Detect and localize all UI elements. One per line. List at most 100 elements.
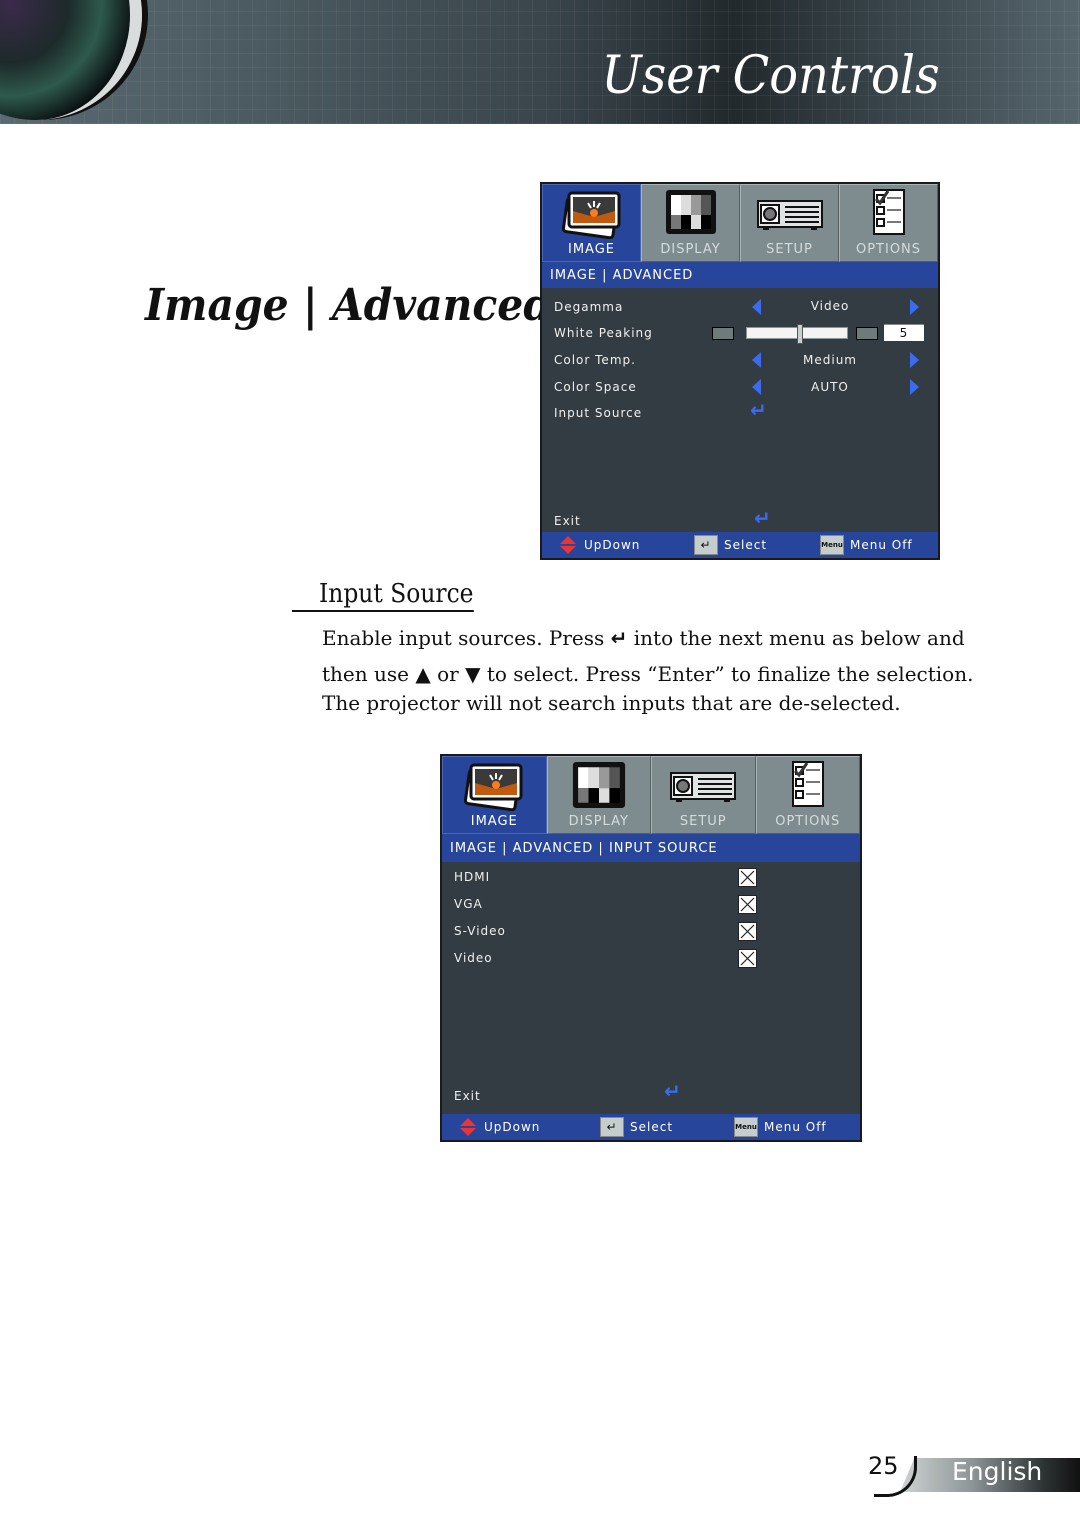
osd-footer: UpDown ↵ Select Menu Menu Off — [442, 1114, 860, 1140]
page-header-title: User Controls — [601, 46, 940, 106]
menu-off-label: Menu Off — [850, 538, 913, 552]
enter-key-icon: ↵ — [694, 535, 718, 555]
row-label: Input Source — [554, 406, 643, 420]
enter-key-icon: ↵ — [600, 1117, 624, 1137]
tab-label: OPTIONS — [775, 814, 841, 829]
row-label: Color Temp. — [554, 353, 636, 367]
text: into the next menu as below and — [633, 626, 965, 650]
tab-label: SETUP — [766, 242, 813, 257]
decrease-icon[interactable] — [712, 327, 734, 340]
exit-label: Exit — [554, 514, 581, 528]
osd-input-source: IMAGE DISPLAY SETUP OPTIONS IMAGE | ADVA… — [440, 754, 862, 1142]
tab-label: SETUP — [679, 814, 727, 829]
projector-icon — [756, 200, 823, 230]
osd-tabs: IMAGE DISPLAY SETUP OPTIONS — [442, 756, 860, 834]
input-source-heading: Input Source — [292, 578, 474, 612]
increase-icon[interactable] — [856, 327, 878, 340]
row-label: White Peaking — [554, 326, 653, 340]
slider-handle[interactable] — [797, 324, 803, 344]
tab-setup[interactable]: SETUP — [740, 184, 839, 262]
menu-row-input-source[interactable]: Input Source ↵ — [554, 398, 928, 426]
updown-label: UpDown — [584, 538, 641, 552]
menu-row-exit[interactable]: Exit ↵ — [454, 1079, 850, 1109]
checklist-icon — [791, 761, 824, 807]
menu-row-white-peaking[interactable]: White Peaking 5 — [554, 320, 928, 346]
tab-display[interactable]: DISPLAY — [641, 184, 740, 262]
enter-icon[interactable]: ↵ — [750, 398, 768, 422]
up-arrow-icon: ▲ — [415, 662, 431, 686]
description-line-1: Enable input sources. Press ↵ into the n… — [322, 626, 965, 650]
enter-icon[interactable]: ↵ — [754, 506, 772, 530]
menu-key-icon: Menu — [820, 535, 844, 555]
tab-image[interactable]: IMAGE — [442, 756, 547, 834]
tab-image[interactable]: IMAGE — [542, 184, 641, 262]
display-icon — [572, 762, 625, 808]
arrow-left-icon[interactable] — [752, 352, 761, 368]
section-title: Image | Advanced — [145, 280, 552, 331]
updown-icon — [560, 536, 576, 554]
projector-icon — [670, 772, 737, 802]
row-value: Video — [810, 299, 850, 313]
arrow-right-icon[interactable] — [910, 352, 919, 368]
tab-label: IMAGE — [470, 814, 518, 829]
image-icon — [464, 763, 523, 811]
row-value: Medium — [803, 353, 857, 367]
description-line-2: then use ▲ or ▼ to select. Press “Enter”… — [322, 662, 973, 686]
source-label: VGA — [454, 897, 483, 911]
tab-label: IMAGE — [567, 242, 615, 257]
text: or — [437, 662, 459, 686]
arrow-right-icon[interactable] — [910, 299, 919, 315]
osd-breadcrumb: IMAGE | ADVANCED — [542, 262, 938, 288]
select-label: Select — [724, 538, 768, 552]
osd-image-advanced: IMAGE DISPLAY SETUP OPTIONS IMAGE | ADVA… — [540, 182, 940, 560]
tab-display[interactable]: DISPLAY — [546, 756, 651, 834]
arrow-right-icon[interactable] — [910, 379, 919, 395]
tab-options[interactable]: OPTIONS — [755, 756, 860, 834]
menu-row-color-space[interactable]: Color Space AUTO — [554, 374, 928, 400]
osd-footer: UpDown ↵ Select Menu Menu Off — [542, 532, 938, 558]
source-label: Video — [454, 951, 493, 965]
source-label: S-Video — [454, 924, 506, 938]
enter-icon[interactable]: ↵ — [664, 1079, 682, 1103]
updown-icon — [460, 1118, 476, 1136]
video-checkbox[interactable] — [738, 949, 757, 968]
source-row-vga[interactable]: VGA — [454, 891, 850, 917]
slider-value: 5 — [884, 324, 924, 341]
tab-label: OPTIONS — [855, 242, 922, 257]
text: Enable input sources. Press — [322, 626, 605, 650]
arrow-left-icon[interactable] — [752, 379, 761, 395]
source-row-s-video[interactable]: S-Video — [454, 918, 850, 944]
updown-hint: UpDown — [460, 1118, 540, 1136]
menu-off-hint: Menu Menu Off — [820, 535, 913, 555]
tab-options[interactable]: OPTIONS — [839, 184, 938, 262]
s-video-checkbox[interactable] — [738, 922, 757, 941]
display-icon — [665, 190, 716, 234]
menu-row-degamma[interactable]: Degamma Video — [554, 294, 928, 320]
hdmi-checkbox[interactable] — [738, 868, 757, 887]
source-label: HDMI — [454, 870, 491, 884]
menu-off-hint: Menu Menu Off — [734, 1117, 827, 1137]
arrow-left-icon[interactable] — [752, 299, 761, 315]
white-peaking-slider[interactable] — [746, 324, 848, 344]
updown-label: UpDown — [484, 1120, 541, 1134]
select-label: Select — [630, 1120, 674, 1134]
menu-row-exit[interactable]: Exit ↵ — [554, 506, 928, 534]
osd-breadcrumb: IMAGE | ADVANCED | INPUT SOURCE — [442, 834, 860, 862]
osd-tabs: IMAGE DISPLAY SETUP OPTIONS — [542, 184, 938, 262]
exit-label: Exit — [454, 1089, 481, 1103]
language-label: English — [952, 1457, 1043, 1486]
tab-setup[interactable]: SETUP — [651, 756, 756, 834]
checklist-icon — [872, 189, 905, 235]
vga-checkbox[interactable] — [738, 895, 757, 914]
source-row-video[interactable]: Video — [454, 945, 850, 971]
source-row-hdmi[interactable]: HDMI — [454, 864, 850, 890]
text: then use — [322, 662, 409, 686]
select-hint: ↵ Select — [600, 1117, 673, 1137]
row-value: AUTO — [811, 380, 849, 394]
tab-label: DISPLAY — [660, 242, 721, 257]
text: to select. Press “Enter” to finalize the… — [486, 662, 974, 686]
row-label: Color Space — [554, 380, 637, 394]
down-arrow-icon: ▼ — [465, 662, 481, 686]
description-line-3: The projector will not search inputs tha… — [322, 691, 901, 715]
menu-row-color-temp[interactable]: Color Temp. Medium — [554, 347, 928, 373]
